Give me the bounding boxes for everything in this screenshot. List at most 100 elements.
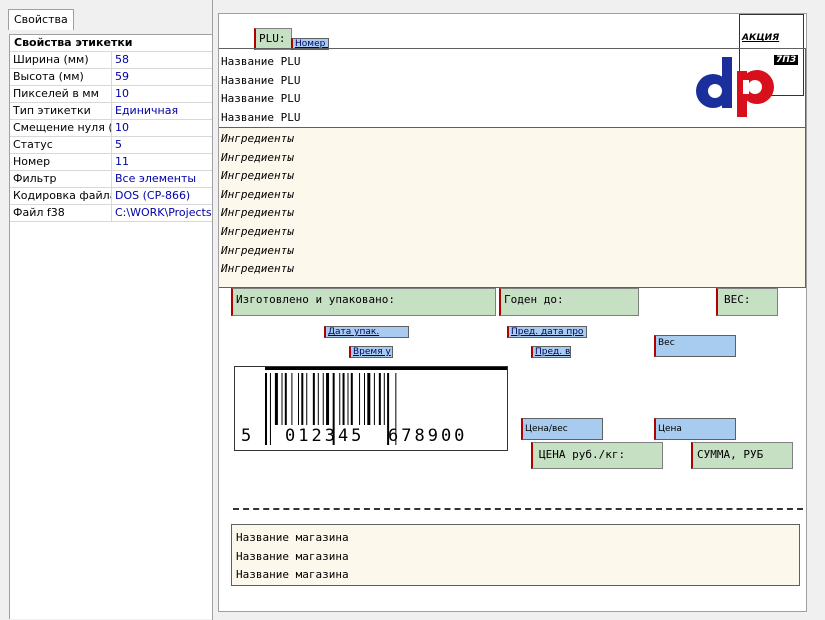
property-key: Кодировка файла [10,188,112,204]
property-grid: Свойства этикетки Ширина (мм) 58 Высота (м… [9,34,213,619]
shop-name-line: Название магазина [236,549,349,563]
weight-field[interactable]: Вес [654,335,736,357]
price-field[interactable]: Цена [654,418,736,440]
property-value[interactable]: 11 [112,154,212,170]
ingredient-line: Ингредиенты [221,132,294,145]
barcode-bar [342,373,345,425]
ingredient-line: Ингредиенты [221,187,294,201]
barcode-bar [301,373,304,425]
property-row[interactable]: Ширина (мм) 58 [10,52,212,69]
ingredient-line: Ингредиенты [221,150,294,164]
barcode-first-digit: 5 [241,426,254,446]
property-value[interactable]: DOS (CP-866) [112,188,212,204]
property-key: Пикселей в мм [10,86,112,102]
property-rows: Ширина (мм) 58 Высота (мм) 59 Пикселей в мм 1… [10,52,212,222]
price-per-weight-field[interactable]: Цена/вес [521,418,603,440]
property-key: Ширина (мм) [10,52,112,68]
property-row[interactable]: Статус 5 [10,137,212,154]
plu-name-line: Название PLU [221,55,301,68]
barcode-bar [312,373,315,425]
property-key: Тип этикетки [10,103,112,119]
price-per-kg-caption[interactable]: ЦЕНА руб./кг: [531,442,663,469]
ingredient-line: Ингредиенты [221,169,294,183]
property-key: Смещение нуля (м [10,120,112,136]
ingredients-field[interactable]: Ингредиенты Ингредиенты Ингредиенты Ингреди… [219,127,806,288]
barcode-bar [359,373,361,425]
barcode-bar [364,373,365,425]
plu-name-line: Название PLU [221,92,301,106]
ingredients-lines: Ингредиенты Ингредиенты Ингредиенты Ингреди… [219,128,805,279]
plu-name-line: Название PLU [221,73,301,87]
ingredient-line: Ингредиенты [221,206,294,220]
barcode-bar [383,373,385,425]
property-value[interactable]: 58 [112,52,212,68]
expiry-time-field[interactable]: Пред. в [531,346,571,358]
property-value[interactable]: 59 [112,69,212,85]
barcode-bar [339,373,341,425]
property-row[interactable]: Фильтр Все элементы [10,171,212,188]
barcode-bar [317,373,319,425]
property-value[interactable]: 10 [112,120,212,136]
barcode-bar [284,373,287,425]
barcode-right-digits: 678900 [388,426,468,446]
sum-caption[interactable]: СУММА, РУБ [691,442,793,469]
barcode-bar [322,373,324,425]
shop-name-field[interactable]: Название магазина Название магазина Назван… [231,524,800,586]
property-row[interactable]: Номер 11 [10,154,212,171]
made-packed-caption[interactable]: Изготовлено и упаковано: [231,288,496,316]
shop-name-line: Название магазина [236,531,349,544]
weight-caption[interactable]: ВЕС: [716,288,778,316]
barcode-bar [291,373,293,425]
barcode-bar [269,373,271,445]
ingredient-line: Ингредиенты [221,243,294,257]
barcode-bar [350,373,353,425]
barcode-bar [347,373,349,425]
property-key: Номер [10,154,112,170]
property-key: Статус [10,137,112,153]
barcode-bar [306,373,308,425]
property-value[interactable]: 10 [112,86,212,102]
tab-bar: Свойства [0,0,212,32]
best-before-caption[interactable]: Годен до: [499,288,639,316]
shop-name-line: Название магазина [236,568,349,582]
barcode-bar [378,373,381,425]
property-row[interactable]: Высота (мм) 59 [10,69,212,86]
plu-caption-field[interactable]: PLU: [254,28,292,50]
shop-name-lines: Название магазина Название магазина Назван… [232,525,799,585]
barcode-bar [367,373,371,425]
property-key: Высота (мм) [10,69,112,85]
property-key: Фильтр [10,171,112,187]
expiry-date-field[interactable]: Пред. дата про [507,326,587,338]
tab-properties[interactable]: Свойства [8,9,74,30]
property-row[interactable]: Тип этикетки Единичная [10,103,212,120]
property-section-title: Свойства этикетки [10,35,212,52]
barcode-bar [274,373,278,425]
property-row[interactable]: Пикселей в мм 10 [10,86,212,103]
barcode-bar [373,373,375,425]
label-sheet[interactable]: PLU: Номер Б АКЦИЯ 7ПЗ Название PLUНазва… [218,13,807,612]
property-row[interactable]: Смещение нуля (м 10 [10,120,212,137]
plu-name-lines: Название PLU Название PLU Название PLU Назв… [219,49,805,127]
plu-name-line: Название PLU [221,110,301,124]
ingredient-line: Ингредиенты [221,262,294,276]
property-row[interactable]: Файл f38 C:\WORK\Projects [10,205,212,222]
property-value[interactable]: Единичная [112,103,212,119]
property-key: Файл f38 [10,205,112,221]
barcode-left-digits: 012345 [285,426,365,446]
barcode-bar [265,373,267,445]
cut-line-divider [233,508,803,510]
property-value[interactable]: 5 [112,137,212,153]
properties-panel: Свойства Свойства этикетки Ширина (мм) 58… [0,0,213,620]
property-value[interactable]: C:\WORK\Projects [112,205,212,221]
promo-text-1: АКЦИЯ [742,33,780,43]
barcode-bar [298,373,299,425]
pack-time-field[interactable]: Время у [349,346,393,358]
property-row[interactable]: Кодировка файла DOS (CP-866) [10,188,212,205]
barcode-field[interactable]: 5 012345 678900 [234,366,508,451]
barcode-bar [281,373,283,425]
ingredient-line: Ингредиенты [221,224,294,238]
barcode-bar [326,373,330,425]
pack-date-field[interactable]: Дата упак. [324,326,409,338]
plu-name-field[interactable]: Название PLU Название PLU Название PLU Назв… [219,48,806,128]
property-value[interactable]: Все элементы [112,171,212,187]
